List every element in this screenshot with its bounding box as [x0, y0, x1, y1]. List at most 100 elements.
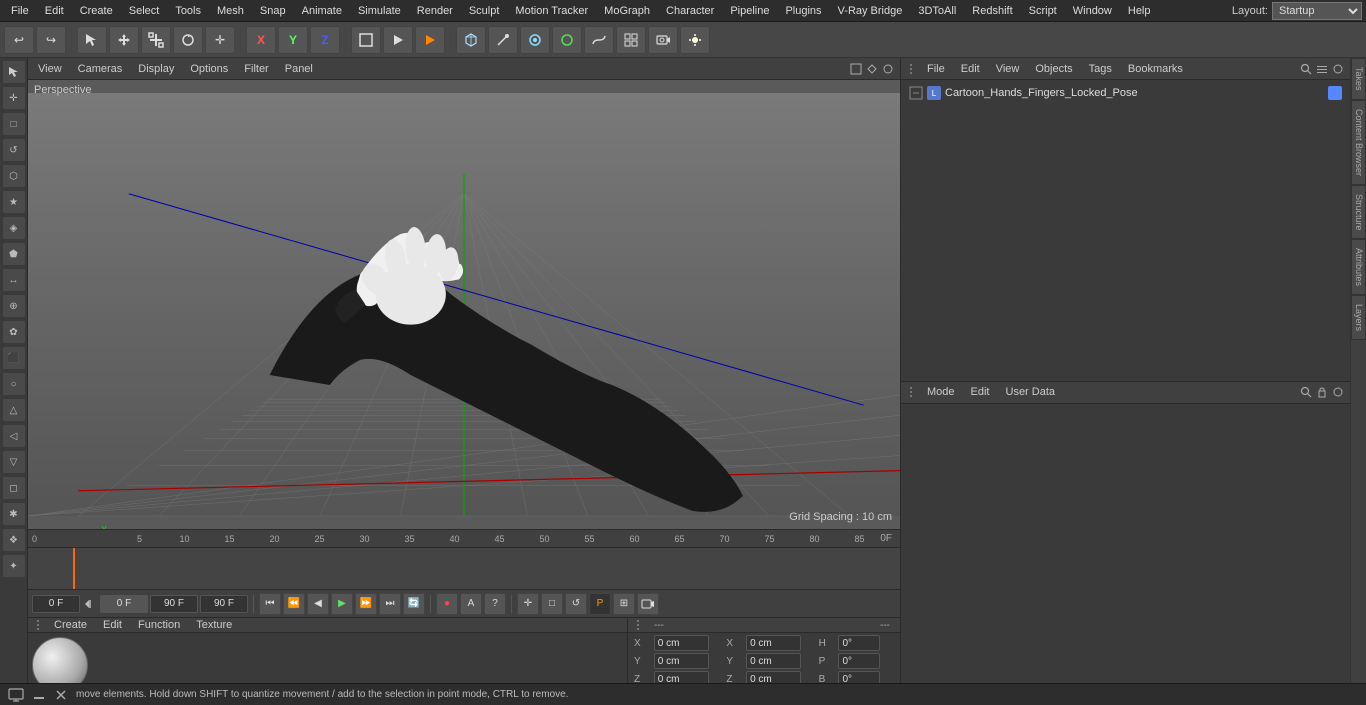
end-frame-input[interactable]	[150, 595, 198, 613]
obj-objects-btn[interactable]: Objects	[1031, 62, 1076, 76]
redo-button[interactable]: ↪	[36, 26, 66, 54]
menu-pipeline[interactable]: Pipeline	[723, 3, 776, 19]
render-region-button[interactable]	[351, 26, 381, 54]
timeline-track[interactable]	[28, 548, 900, 589]
light-button[interactable]	[680, 26, 710, 54]
select-tool-button[interactable]	[77, 26, 107, 54]
menu-mesh[interactable]: Mesh	[210, 3, 251, 19]
obj-bookmarks-btn[interactable]: Bookmarks	[1124, 62, 1187, 76]
rotate-transport-btn[interactable]: ↺	[565, 593, 587, 615]
left-tool-16[interactable]: ▽	[2, 450, 26, 474]
menu-create[interactable]: Create	[73, 3, 120, 19]
rotate-tool-button[interactable]	[173, 26, 203, 54]
coord-h-input[interactable]	[838, 635, 880, 651]
left-tool-11[interactable]: ✿	[2, 320, 26, 344]
left-tool-15[interactable]: ◁	[2, 424, 26, 448]
go-start-button[interactable]: ⏮	[259, 593, 281, 615]
viewport-menu-panel[interactable]: Panel	[281, 62, 317, 76]
axis-x-button[interactable]: X	[246, 26, 276, 54]
menu-sculpt[interactable]: Sculpt	[462, 3, 507, 19]
render-button[interactable]	[415, 26, 445, 54]
left-tool-3[interactable]: □	[2, 112, 26, 136]
menu-vray-bridge[interactable]: V-Ray Bridge	[831, 3, 910, 19]
menu-plugins[interactable]: Plugins	[778, 3, 828, 19]
help-button[interactable]: ?	[484, 593, 506, 615]
menu-window[interactable]: Window	[1066, 3, 1119, 19]
left-tool-4[interactable]: ↺	[2, 138, 26, 162]
coord-x-pos-input[interactable]	[654, 635, 709, 651]
playhead[interactable]	[73, 548, 75, 589]
axis-y-button[interactable]: Y	[278, 26, 308, 54]
menu-3dtoall[interactable]: 3DToAll	[911, 3, 963, 19]
coord-y-pos-input[interactable]	[654, 653, 709, 669]
obj-view-btn[interactable]: View	[992, 62, 1024, 76]
axis-z-button[interactable]: Z	[310, 26, 340, 54]
mat-create-btn[interactable]: Create	[50, 618, 91, 632]
go-end-button[interactable]: ⏭	[379, 593, 401, 615]
pen-button[interactable]	[488, 26, 518, 54]
left-tool-10[interactable]: ⊕	[2, 294, 26, 318]
menu-animate[interactable]: Animate	[295, 3, 349, 19]
viewport-menu-display[interactable]: Display	[134, 62, 178, 76]
menu-snap[interactable]: Snap	[253, 3, 293, 19]
left-tool-8[interactable]: ⬟	[2, 242, 26, 266]
play-back-button[interactable]: ◀	[307, 593, 329, 615]
cam-transport-btn[interactable]	[637, 593, 659, 615]
menu-simulate[interactable]: Simulate	[351, 3, 408, 19]
left-tool-13[interactable]: ○	[2, 372, 26, 396]
transform-tool-button[interactable]: ✛	[205, 26, 235, 54]
mat-texture-btn[interactable]: Texture	[192, 618, 236, 632]
undo-button[interactable]: ↩	[4, 26, 34, 54]
menu-redshift[interactable]: Redshift	[965, 3, 1019, 19]
auto-button[interactable]: A	[460, 593, 482, 615]
minimize-icon[interactable]	[32, 688, 46, 702]
move-transport-btn[interactable]: ✛	[517, 593, 539, 615]
interactive-render-button[interactable]	[383, 26, 413, 54]
tab-structure[interactable]: Structure	[1351, 185, 1366, 240]
menu-script[interactable]: Script	[1022, 3, 1064, 19]
current-frame-input[interactable]	[100, 595, 148, 613]
menu-help[interactable]: Help	[1121, 3, 1158, 19]
left-tool-2[interactable]: ✛	[2, 86, 26, 110]
loop-button[interactable]: 🔄	[403, 593, 425, 615]
menu-mograph[interactable]: MoGraph	[597, 3, 657, 19]
menu-file[interactable]: File	[4, 3, 36, 19]
move-tool-button[interactable]	[109, 26, 139, 54]
camera-button[interactable]	[648, 26, 678, 54]
attr-edit-btn[interactable]: Edit	[967, 385, 994, 399]
attr-mode-btn[interactable]: Mode	[923, 385, 959, 399]
tab-content-browser[interactable]: Content Browser	[1351, 100, 1366, 185]
viewport-menu-filter[interactable]: Filter	[240, 62, 272, 76]
left-tool-9[interactable]: ↔	[2, 268, 26, 292]
object-button[interactable]	[520, 26, 550, 54]
left-tool-18[interactable]: ✱	[2, 502, 26, 526]
viewport-menu-options[interactable]: Options	[186, 62, 232, 76]
record-button[interactable]: ●	[436, 593, 458, 615]
play-button[interactable]: ▶	[331, 593, 353, 615]
mat-function-btn[interactable]: Function	[134, 618, 184, 632]
brush-button[interactable]	[552, 26, 582, 54]
menu-edit[interactable]: Edit	[38, 3, 71, 19]
tab-attributes[interactable]: Attributes	[1351, 239, 1366, 295]
left-tool-19[interactable]: ❖	[2, 528, 26, 552]
obj-icon-2[interactable]	[1316, 63, 1328, 75]
close-icon[interactable]	[54, 688, 68, 702]
menu-character[interactable]: Character	[659, 3, 721, 19]
tab-layers[interactable]: Layers	[1351, 295, 1366, 340]
viewport-menu-view[interactable]: View	[34, 62, 66, 76]
viewport[interactable]: X Y Z Perspective Grid Spacing : 10 cm	[28, 80, 900, 529]
obj-file-btn[interactable]: File	[923, 62, 949, 76]
layout-dropdown[interactable]: Startup Standard	[1272, 2, 1362, 20]
scale-transport-btn[interactable]: □	[541, 593, 563, 615]
obj-tags-btn[interactable]: Tags	[1085, 62, 1116, 76]
coord-x-size-input[interactable]	[746, 635, 801, 651]
left-tool-20[interactable]: ✦	[2, 554, 26, 578]
menu-render[interactable]: Render	[410, 3, 460, 19]
attr-icon-3[interactable]	[1332, 386, 1344, 398]
scale-tool-button[interactable]	[141, 26, 171, 54]
attr-search-icon[interactable]	[1300, 386, 1312, 398]
tab-takes[interactable]: Takes	[1351, 58, 1366, 100]
max-frame-input[interactable]	[200, 595, 248, 613]
start-frame-input[interactable]	[32, 595, 80, 613]
attr-userdata-btn[interactable]: User Data	[1002, 385, 1060, 399]
